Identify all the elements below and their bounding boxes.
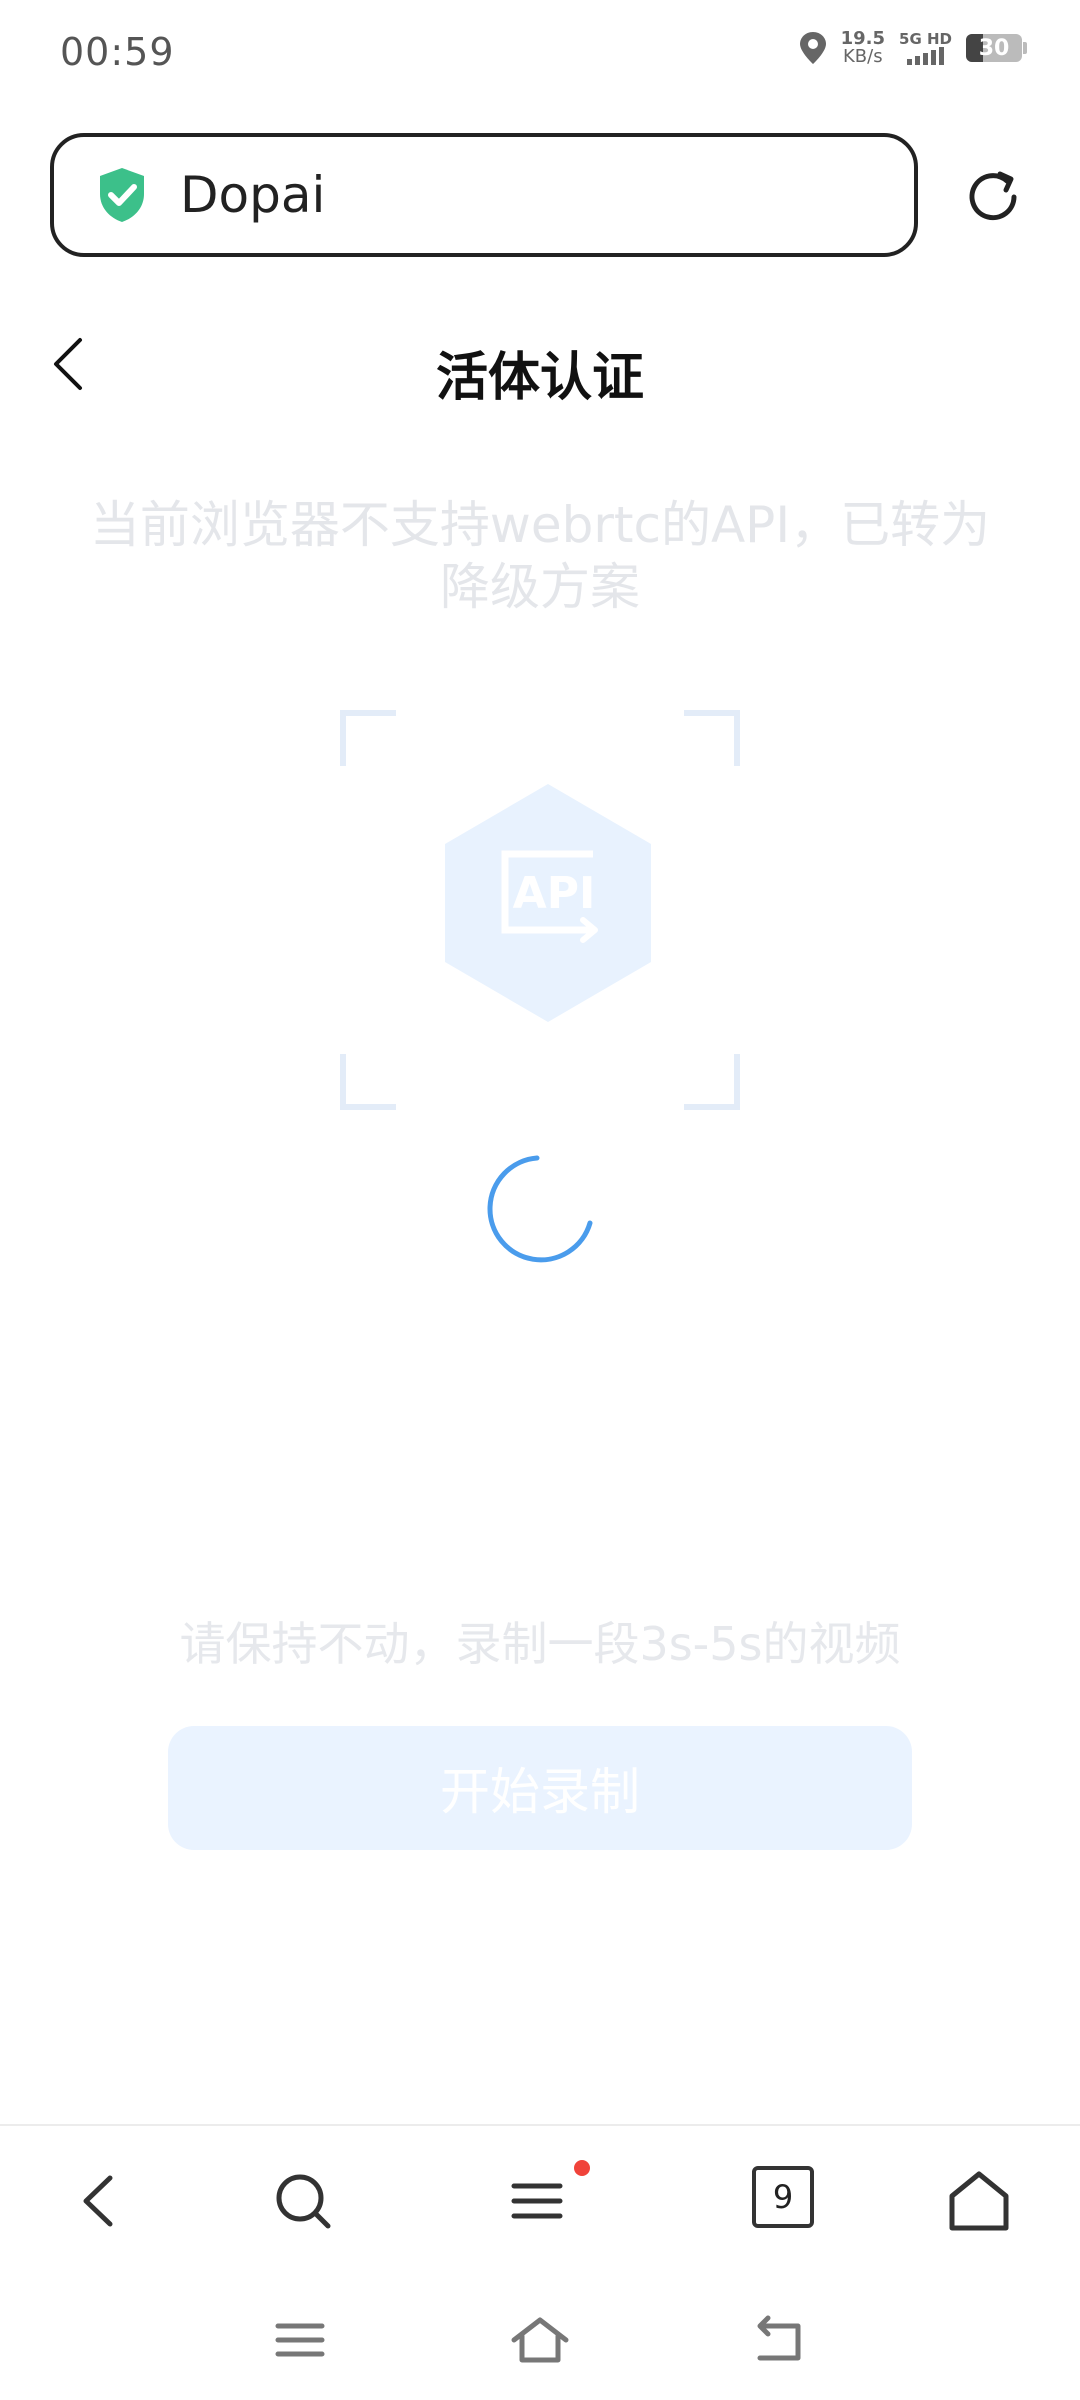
frame-corner xyxy=(684,710,740,766)
system-nav-bar xyxy=(0,2286,1080,2400)
start-recording-button[interactable]: 开始录制 xyxy=(168,1726,912,1850)
location-icon xyxy=(799,32,826,64)
search-icon[interactable] xyxy=(268,2166,338,2236)
tab-count: 9 xyxy=(752,2166,814,2228)
frame-corner xyxy=(684,1054,740,1110)
page-title: 活体认证 xyxy=(435,348,644,408)
frame-corner xyxy=(340,1054,396,1110)
battery-level: 30 xyxy=(978,35,1010,61)
shield-check-icon xyxy=(100,168,144,222)
menu-button[interactable] xyxy=(504,2160,590,2236)
menu-icon xyxy=(511,2183,563,2219)
frame-corner xyxy=(340,710,396,766)
api-hexagon-icon: API xyxy=(445,784,651,1022)
refresh-icon[interactable] xyxy=(964,168,1022,226)
status-bar: 00:59 19.5 KB/s 5G HD 30 xyxy=(0,0,1080,112)
home-icon[interactable] xyxy=(944,2166,1014,2236)
tabs-button[interactable]: 9 xyxy=(752,2166,822,2236)
api-label: API xyxy=(513,868,596,919)
battery-icon: 30 xyxy=(966,34,1027,62)
recording-hint: 请保持不动，录制一段3s-5s的视频 xyxy=(179,1617,901,1671)
signal-indicator: 5G HD xyxy=(899,31,952,65)
back-icon[interactable] xyxy=(66,2166,136,2236)
system-home-icon[interactable] xyxy=(510,2312,570,2368)
browser-nav-bar: 9 xyxy=(0,2126,1080,2276)
camera-frame: API xyxy=(340,710,740,1110)
signal-bars-icon xyxy=(907,47,944,65)
net-speed: 19.5 KB/s xyxy=(840,28,886,67)
status-time: 00:59 xyxy=(60,30,175,74)
address-text: Dopai xyxy=(180,166,326,224)
address-bar[interactable]: Dopai xyxy=(50,133,918,257)
loading-spinner-icon xyxy=(487,1155,593,1263)
webrtc-notice: 当前浏览器不支持webrtc的API，已转为降级方案 xyxy=(89,496,991,616)
system-back-icon[interactable] xyxy=(750,2312,810,2368)
status-icons: 19.5 KB/s 5G HD 30 xyxy=(799,28,1027,67)
recent-apps-icon[interactable] xyxy=(270,2312,330,2368)
notification-dot xyxy=(574,2160,590,2176)
